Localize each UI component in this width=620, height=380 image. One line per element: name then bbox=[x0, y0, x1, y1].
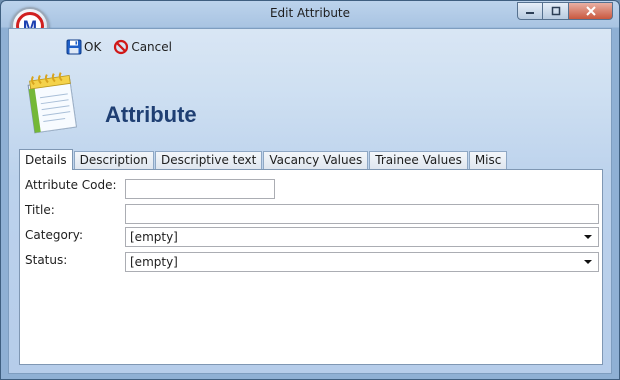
details-panel: Attribute Code: Title: Category: [empty]… bbox=[19, 169, 603, 365]
minimize-button[interactable] bbox=[517, 2, 543, 20]
window-controls bbox=[517, 2, 613, 20]
status-label: Status: bbox=[25, 253, 68, 267]
tab-description[interactable]: Description bbox=[73, 151, 154, 169]
title-label: Title: bbox=[25, 203, 55, 217]
category-value: [empty] bbox=[130, 230, 178, 244]
title-field-box bbox=[125, 204, 599, 224]
notepad-icon bbox=[27, 72, 77, 134]
close-button[interactable] bbox=[569, 2, 613, 20]
minimize-icon bbox=[526, 12, 534, 14]
category-label: Category: bbox=[25, 228, 83, 242]
tab-descriptive-text[interactable]: Descriptive text bbox=[154, 151, 263, 169]
chevron-down-icon bbox=[584, 260, 592, 264]
ok-label: OK bbox=[84, 40, 102, 54]
edit-attribute-window: Edit Attribute M OK Cancel Attribute Det… bbox=[0, 0, 620, 380]
category-dropdown[interactable]: [empty] bbox=[125, 227, 599, 247]
title-field[interactable] bbox=[126, 205, 598, 223]
maximize-icon bbox=[551, 6, 560, 16]
dialog-body: OK Cancel Attribute Details Description … bbox=[8, 28, 612, 374]
attribute-code-field-box bbox=[125, 179, 275, 199]
maximize-button[interactable] bbox=[543, 2, 569, 20]
page-title: Attribute bbox=[105, 102, 197, 127]
attribute-code-field[interactable] bbox=[126, 180, 274, 198]
status-dropdown[interactable]: [empty] bbox=[125, 252, 599, 272]
no-entry-icon bbox=[114, 39, 129, 55]
cancel-label: Cancel bbox=[131, 40, 172, 54]
toolbar: OK Cancel bbox=[66, 39, 184, 55]
tab-details[interactable]: Details bbox=[19, 149, 73, 170]
close-icon bbox=[585, 6, 596, 16]
save-disk-icon bbox=[66, 39, 82, 55]
cancel-button[interactable]: Cancel bbox=[113, 39, 172, 55]
attribute-code-label: Attribute Code: bbox=[25, 178, 117, 192]
ok-button[interactable]: OK bbox=[66, 39, 101, 55]
title-bar[interactable]: Edit Attribute bbox=[1, 1, 619, 28]
tab-misc[interactable]: Misc bbox=[468, 151, 508, 169]
chevron-down-icon bbox=[584, 235, 592, 239]
tab-strip: Details Description Descriptive text Vac… bbox=[19, 149, 508, 170]
tab-trainee-values[interactable]: Trainee Values bbox=[369, 151, 468, 169]
status-value: [empty] bbox=[130, 255, 178, 269]
tab-vacancy-values[interactable]: Vacancy Values bbox=[263, 151, 369, 169]
